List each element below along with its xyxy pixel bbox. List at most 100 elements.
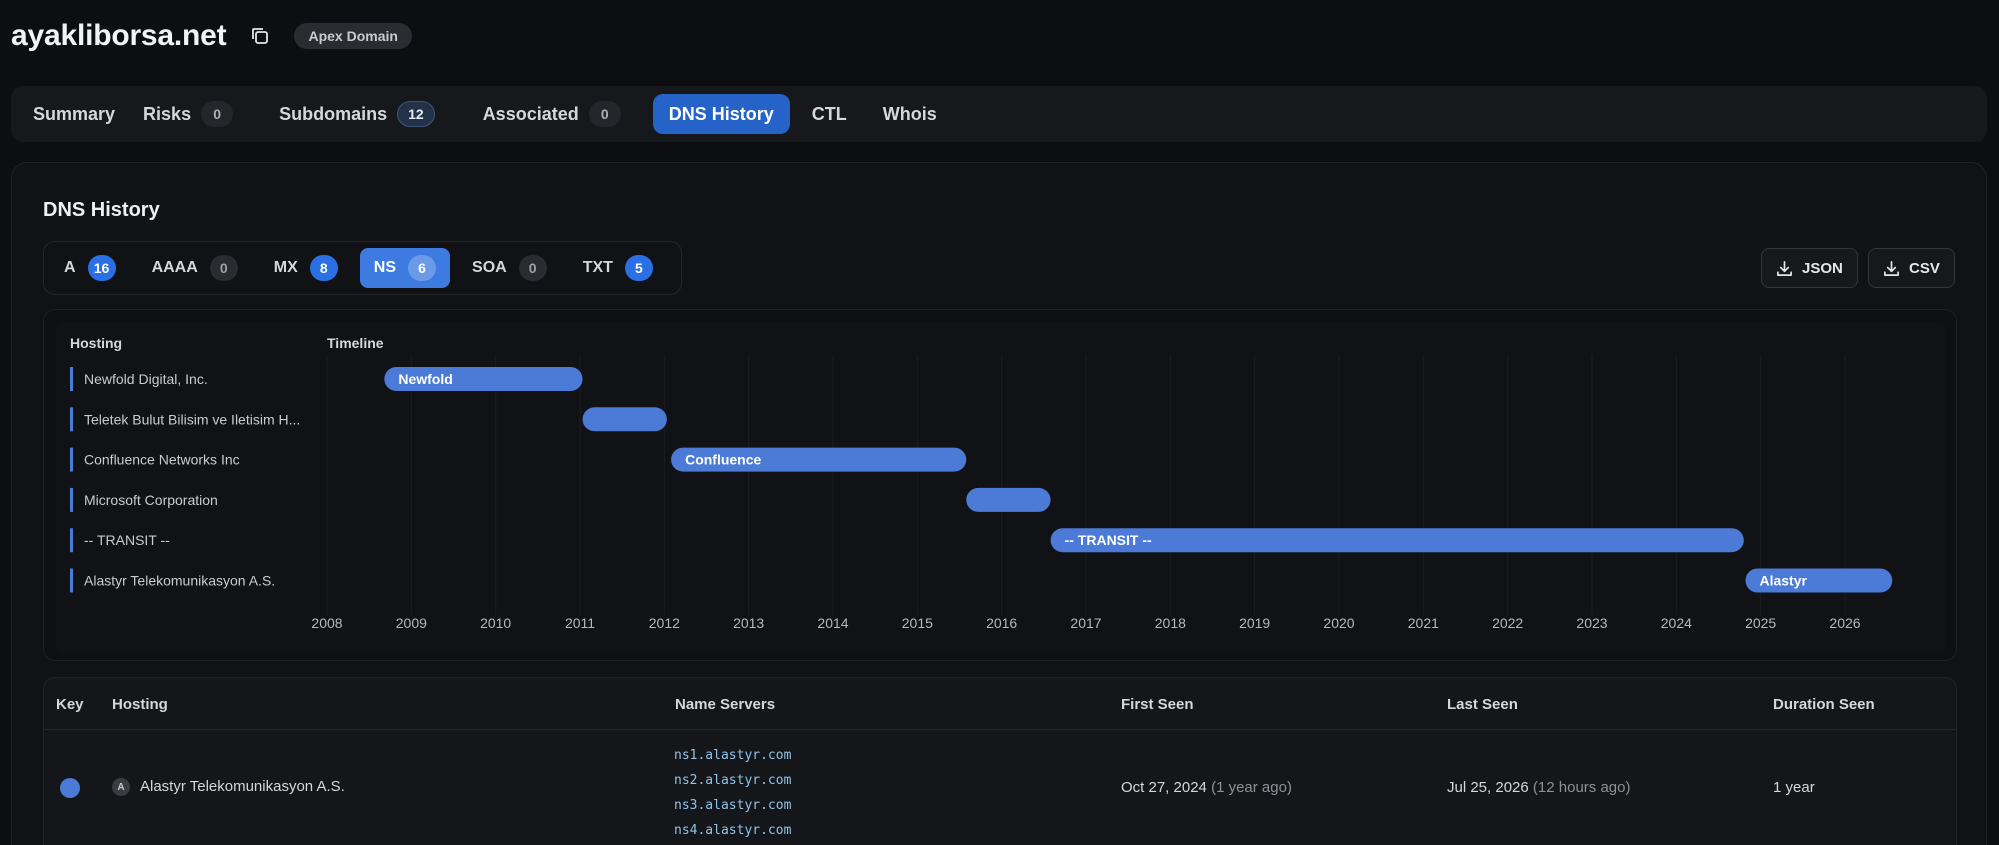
ns-history-table: Key Hosting Name Servers First Seen Last… xyxy=(43,677,1957,845)
hosting-column-header: Hosting xyxy=(70,335,122,351)
record-count-badge: 5 xyxy=(624,255,653,281)
table-row[interactable]: A Alastyr Telekomunikasyon A.S. ns1.alast… xyxy=(44,731,1956,845)
duration-cell: 1 year xyxy=(1773,779,1815,796)
year-tick-label: 2019 xyxy=(1239,615,1270,631)
record-count-badge: 6 xyxy=(408,255,437,281)
record-count-badge: 0 xyxy=(209,255,238,281)
timeline-chart: Hosting Timeline 2008 2009 2010 2011 2012 2013 2… xyxy=(56,322,1946,652)
timeline-column-header: Timeline xyxy=(327,335,384,351)
tab-risks[interactable]: Risks 0 xyxy=(131,94,245,134)
download-json-button[interactable]: JSON xyxy=(1761,248,1858,288)
main-tabs: Summary Risks 0 Subdomains 12 Associated 0 … xyxy=(11,86,1987,142)
record-tab-label: A xyxy=(64,259,76,276)
year-tick-label: 2013 xyxy=(733,615,764,631)
record-tab-soa[interactable]: SOA 0 xyxy=(458,248,561,288)
table-header: Key Hosting Name Servers First Seen Last… xyxy=(44,678,1956,730)
tab-subdomains[interactable]: Subdomains 12 xyxy=(267,94,447,134)
hosting-row-label: Confluence Networks Inc xyxy=(84,452,240,468)
header-hosting[interactable]: Hosting xyxy=(112,696,168,713)
record-tab-label: SOA xyxy=(472,259,507,276)
timeline-bar-label: Alastyr xyxy=(1759,573,1807,589)
year-tick-label: 2023 xyxy=(1576,615,1607,631)
hosting-cell: A Alastyr Telekomunikasyon A.S. xyxy=(112,778,345,797)
download-json-label: JSON xyxy=(1802,259,1843,277)
year-tick-label: 2021 xyxy=(1408,615,1439,631)
record-count-badge: 0 xyxy=(518,255,547,281)
associated-count-badge: 0 xyxy=(588,101,621,127)
record-tab-aaaa[interactable]: AAAA 0 xyxy=(138,248,252,288)
tab-summary[interactable]: Summary xyxy=(21,94,127,134)
year-tick-label: 2015 xyxy=(902,615,933,631)
hosting-row-marker xyxy=(70,568,73,593)
hosting-row-label: -- TRANSIT -- xyxy=(84,532,170,548)
last-seen-date: Jul 25, 2026 xyxy=(1447,779,1529,796)
record-tab-a[interactable]: A 16 xyxy=(50,248,130,288)
download-icon xyxy=(1777,260,1792,276)
download-icon xyxy=(1884,260,1899,276)
tab-label: Risks xyxy=(143,103,192,124)
hosting-row-label: Alastyr Telekomunikasyon A.S. xyxy=(84,573,275,589)
risks-count-badge: 0 xyxy=(201,101,234,127)
name-server[interactable]: ns3.alastyr.com xyxy=(674,793,791,818)
record-tab-label: TXT xyxy=(582,259,613,276)
hosting-timeline: Hosting Timeline 2008 2009 2010 2011 2012 2013 2… xyxy=(43,309,1957,661)
copy-icon[interactable] xyxy=(248,24,272,48)
record-type-tabs: A 16 AAAA 0 MX 8 NS 6 SOA 0 TXT 5 xyxy=(43,241,682,295)
year-tick-label: 2024 xyxy=(1661,615,1692,631)
header-last-seen[interactable]: Last Seen xyxy=(1447,696,1518,713)
year-tick-label: 2009 xyxy=(396,615,427,631)
key-color-dot xyxy=(60,778,80,798)
first-seen-date: Oct 27, 2024 xyxy=(1121,779,1207,796)
tab-label: Subdomains xyxy=(279,103,388,124)
panel-title: DNS History xyxy=(43,199,160,221)
year-tick-label: 2018 xyxy=(1155,615,1186,631)
year-tick-label: 2020 xyxy=(1323,615,1354,631)
tab-label: Summary xyxy=(33,103,116,124)
first-seen-relative: (1 year ago) xyxy=(1211,779,1292,796)
tab-label: CTL xyxy=(811,103,847,124)
tab-ctl[interactable]: CTL xyxy=(800,94,859,134)
tab-dns-history[interactable]: DNS History xyxy=(652,94,790,134)
year-tick-label: 2025 xyxy=(1745,615,1776,631)
hosting-row-marker xyxy=(70,487,73,512)
download-csv-label: CSV xyxy=(1909,259,1940,277)
name-server[interactable]: ns2.alastyr.com xyxy=(674,768,791,793)
timeline-bar[interactable] xyxy=(966,487,1051,512)
record-count-badge: 16 xyxy=(87,255,116,281)
hosting-row-marker xyxy=(70,528,73,553)
record-tab-mx[interactable]: MX 8 xyxy=(260,248,352,288)
year-tick-label: 2016 xyxy=(986,615,1017,631)
hosting-row-marker xyxy=(70,407,73,432)
year-tick-label: 2012 xyxy=(649,615,680,631)
first-seen-cell: Oct 27, 2024 (1 year ago) xyxy=(1121,779,1292,796)
header-key[interactable]: Key xyxy=(56,696,84,713)
subdomains-count-badge: 12 xyxy=(397,101,435,127)
hosting-row-label: Microsoft Corporation xyxy=(84,492,218,508)
last-seen-relative: (12 hours ago) xyxy=(1532,779,1631,796)
last-seen-cell: Jul 25, 2026 (12 hours ago) xyxy=(1447,779,1630,796)
name-server[interactable]: ns1.alastyr.com xyxy=(674,743,791,768)
header-first-seen[interactable]: First Seen xyxy=(1121,696,1194,713)
year-tick-label: 2010 xyxy=(480,615,511,631)
record-tab-ns[interactable]: NS 6 xyxy=(359,248,451,288)
timeline-bar[interactable] xyxy=(582,407,667,432)
hosting-row-marker xyxy=(70,447,73,472)
year-tick-label: 2011 xyxy=(565,615,595,631)
timeline-bar[interactable] xyxy=(1050,528,1744,553)
hosting-name: Alastyr Telekomunikasyon A.S. xyxy=(140,778,345,795)
year-tick-label: 2014 xyxy=(817,615,848,631)
hosting-avatar: A xyxy=(112,778,130,797)
timeline-plot-area xyxy=(56,322,1946,652)
tab-label: Associated xyxy=(482,103,579,124)
tab-associated[interactable]: Associated 0 xyxy=(471,94,633,134)
header-name-servers[interactable]: Name Servers xyxy=(675,696,775,713)
download-csv-button[interactable]: CSV xyxy=(1868,248,1955,288)
record-tab-txt[interactable]: TXT 5 xyxy=(569,248,667,288)
timeline-bar-label: -- TRANSIT -- xyxy=(1065,532,1152,548)
tab-label: Whois xyxy=(882,103,937,124)
page: ayakliborsa.net Apex Domain Summary Risk… xyxy=(0,0,1999,845)
timeline-bar-label: Confluence xyxy=(685,452,761,468)
name-server[interactable]: ns4.alastyr.com xyxy=(674,818,791,843)
header-duration-seen[interactable]: Duration Seen xyxy=(1773,696,1875,713)
tab-whois[interactable]: Whois xyxy=(871,94,949,134)
